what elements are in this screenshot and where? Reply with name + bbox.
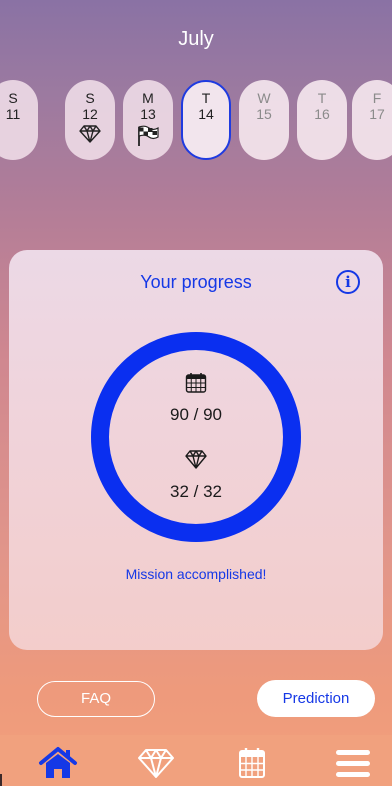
calendar-icon [185, 372, 207, 399]
days-count: 90 / 90 [170, 405, 222, 424]
edge-marker [0, 774, 2, 786]
prediction-button[interactable]: Prediction [257, 680, 375, 717]
diamond-icon[interactable] [136, 746, 176, 780]
calendar-icon[interactable] [232, 746, 272, 780]
faq-button[interactable]: FAQ [37, 681, 155, 717]
menu-icon[interactable] [334, 746, 374, 780]
mission-status: Mission accomplished! [125, 566, 267, 582]
progress-ring-arc [91, 332, 301, 542]
diamonds-count: 32 / 32 [170, 482, 222, 501]
home-icon[interactable] [38, 746, 78, 780]
diamond-icon [185, 450, 207, 474]
